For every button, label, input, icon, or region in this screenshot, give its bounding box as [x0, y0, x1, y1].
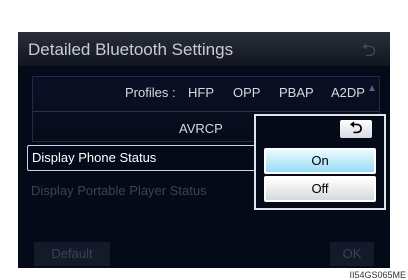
display-phone-status-label: Display Phone Status: [32, 150, 157, 165]
ok-button[interactable]: OK: [330, 242, 374, 266]
off-button[interactable]: Off: [264, 176, 376, 202]
display-portable-player-status-label[interactable]: Display Portable Player Status: [31, 183, 207, 198]
back-arrow-icon: ⮌: [361, 40, 376, 60]
default-button[interactable]: Default: [34, 242, 110, 266]
profile-opp: OPP: [233, 85, 261, 100]
profiles-row: Profiles : HFP OPP PBAP A2DP: [33, 85, 379, 105]
page-title: Detailed Bluetooth Settings: [28, 40, 234, 59]
footer-bar: Default OK: [18, 238, 390, 268]
image-code: II54GS065ME: [349, 270, 406, 280]
on-button[interactable]: On: [264, 148, 376, 174]
screen: Detailed Bluetooth Settings ⮌ Profiles :…: [18, 32, 390, 268]
profile-a2dp: A2DP: [331, 85, 365, 100]
profile-hfp: HFP: [188, 85, 214, 100]
divider: [33, 111, 379, 112]
scroll-up-icon[interactable]: ▲: [367, 83, 377, 94]
return-arrow-icon[interactable]: ⮌: [340, 120, 372, 138]
profile-pbap: PBAP: [279, 85, 314, 100]
on-off-popup: ⮌ On Off: [254, 114, 386, 210]
header-bar: Detailed Bluetooth Settings ⮌: [18, 32, 390, 66]
profile-avrcp: AVRCP: [179, 121, 223, 136]
profiles-label: Profiles :: [125, 85, 176, 100]
